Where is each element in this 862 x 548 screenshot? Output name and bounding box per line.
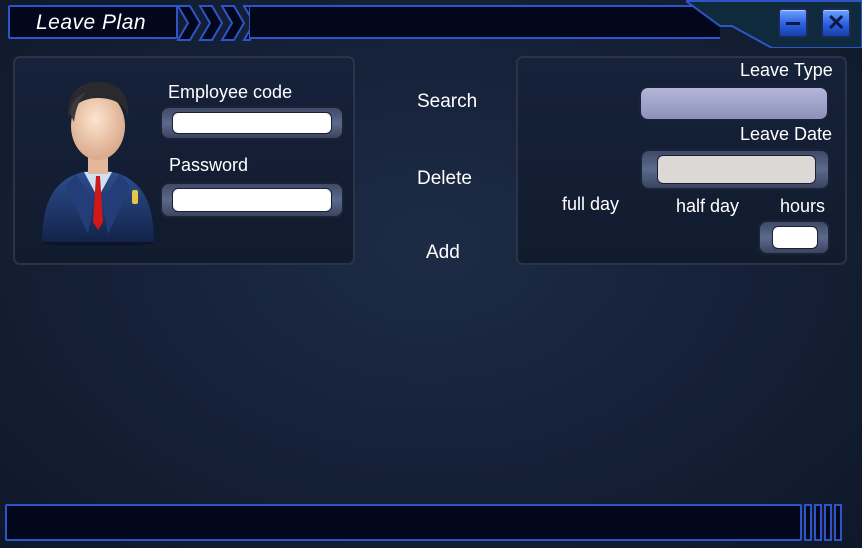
status-segment [824, 504, 832, 541]
status-segment [834, 504, 842, 541]
title-bar: Leave Plan ✕ [0, 0, 862, 48]
close-icon: ✕ [827, 10, 846, 35]
leave-type-label: Leave Type [740, 60, 833, 80]
title-box: Leave Plan [8, 5, 178, 39]
minimize-icon [786, 22, 800, 25]
leave-date-label: Leave Date [740, 124, 833, 144]
password-field-frame [160, 182, 344, 218]
leave-date-input[interactable] [658, 156, 815, 183]
search-button[interactable]: Search [417, 91, 477, 113]
minimize-button[interactable] [778, 8, 808, 38]
leave-date-field-frame [640, 149, 830, 190]
window-title: Leave Plan [36, 11, 147, 34]
add-button[interactable]: Add [426, 242, 460, 264]
delete-button[interactable]: Delete [417, 168, 472, 190]
half-day-option[interactable]: half day [676, 196, 739, 217]
employee-code-field-inner [172, 112, 332, 134]
employee-code-label: Employee code [168, 82, 293, 102]
hours-label: hours [780, 196, 826, 216]
status-bar [5, 504, 802, 541]
password-field-inner [172, 188, 332, 212]
hours-input[interactable] [773, 227, 817, 248]
status-segment [804, 504, 812, 541]
close-button[interactable]: ✕ [821, 8, 851, 38]
full-day-option[interactable]: full day [562, 194, 619, 215]
leave-date-field-inner [657, 155, 816, 184]
hours-field-inner [772, 226, 818, 249]
password-input[interactable] [173, 189, 331, 211]
employee-code-field-frame [160, 106, 344, 140]
leave-type-select[interactable] [639, 86, 829, 121]
title-chevrons-decoration [176, 5, 256, 41]
title-bar-fill [250, 5, 720, 39]
businessman-avatar-icon [42, 81, 154, 246]
password-label: Password [169, 155, 249, 175]
status-segment [814, 504, 822, 541]
hours-field-frame [758, 220, 830, 255]
employee-code-input[interactable] [173, 113, 331, 133]
